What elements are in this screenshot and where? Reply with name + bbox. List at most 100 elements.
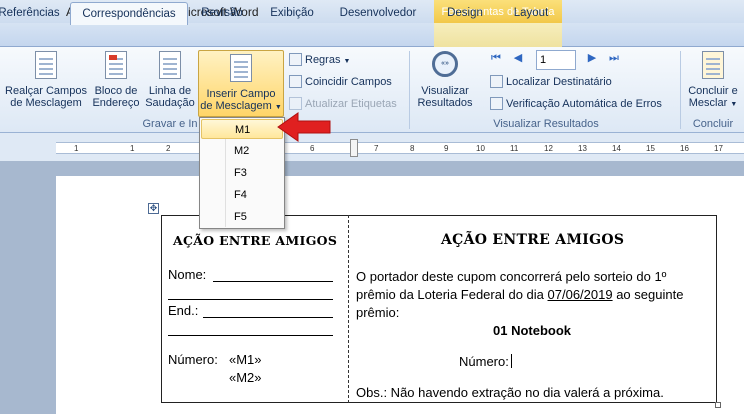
menu-item-m1[interactable]: M1 [201,119,283,139]
tab-developer[interactable]: Desenvolvedor [332,2,424,24]
check-errors-icon [490,96,503,110]
stub-address-blank [203,317,333,318]
finish-merge-icon [700,51,726,81]
prize-name: 01 Notebook [493,323,572,338]
find-recipient-label: Localizar Destinatário [506,76,612,88]
horizontal-ruler[interactable]: 1 1 2 3 4 5 6 7 8 9 10 11 12 13 14 15 16… [0,133,744,161]
record-number-input[interactable] [536,50,576,70]
update-labels-label: Atualizar Etiquetas [305,98,397,110]
menu-item-f3[interactable]: F3 [201,163,283,183]
red-arrow-icon [277,112,331,142]
dropdown-arrow-icon: ▼ [274,104,282,111]
rules-icon [289,52,302,66]
first-record-icon[interactable]: ⏮ [490,52,502,64]
ruler-number: 2 [166,144,171,153]
ruler-number: 15 [646,144,655,153]
group-label-finish: Concluir [692,118,734,130]
stub-address-label: End.: [168,303,199,318]
finish-dropdown-arrow-icon: ▼ [730,101,738,108]
address-block-label: Bloco de [94,85,138,97]
insert-merge-field-label: Inserir Campo [206,88,276,100]
greeting-line-button[interactable]: Linha de Saudação [144,51,196,109]
table-tools-tab-zone [434,23,562,47]
menu-item-m2[interactable]: M2 [201,141,283,161]
address-block-button[interactable]: Bloco de Endereço [89,51,143,109]
merge-field-m2: «M2» [229,370,262,385]
stub-number-label: Número: [168,352,218,367]
finish-merge-label-2: Mesclar [688,97,728,109]
coupon-line-2-start: prêmio da Loteria Federal do dia [356,287,548,302]
previous-record-icon[interactable]: ◀ [512,52,524,64]
ruler-number: 6 [310,144,315,153]
highlight-fields-label: Realçar Campos [5,85,87,97]
tab-view[interactable]: Exibição [262,2,322,24]
highlight-fields-label-2: de Mesclagem [10,97,82,109]
ruler-strip: 1 1 2 3 4 5 6 7 8 9 10 11 12 13 14 15 16… [56,142,744,154]
rules-dropdown-arrow-icon: ▼ [343,58,351,65]
preview-results-button[interactable]: «» Visualizar Resultados [414,51,476,109]
tab-layout[interactable]: Layout [506,2,556,24]
coupon-text-line-3: prêmio: [356,305,400,320]
auto-check-errors-button[interactable]: Verificação Automática de Erros [490,95,662,113]
group-label-write-insert: Gravar e In [142,118,198,130]
ruler-number: 14 [612,144,621,153]
ruler-number: 17 [714,144,723,153]
ruler-number: 12 [544,144,553,153]
merge-field-m1: «M1» [229,352,262,367]
preview-results-label: Visualizar [421,85,469,97]
coupon-heading: AÇÃO ENTRE AMIGOS [441,232,625,248]
insert-merge-field-label-2: de Mesclagem [200,100,272,112]
match-fields-label: Coincidir Campos [305,76,392,88]
greeting-line-label: Linha de [148,85,192,97]
tab-design[interactable]: Design [440,2,490,24]
coupon-line-2-end: ao seguinte [612,287,684,302]
preview-results-icon: «» [432,51,458,81]
coupon-obs: Obs.: Não havendo extração no dia valerá… [356,385,664,400]
coupon-text-line-1: O portador deste cupom concorrerá pelo s… [356,269,667,284]
insert-merge-field-icon [228,54,254,84]
preview-results-label-2: Resultados [417,97,473,109]
ruler-number: 7 [374,144,379,153]
coupon-number-label: Número: [459,354,509,369]
menu-item-f4[interactable]: F4 [201,185,283,205]
ruler-number: 1 [130,144,135,153]
address-block-icon [103,51,129,81]
stub-blank-line [168,299,333,300]
ruler-number: 8 [410,144,415,153]
last-record-icon[interactable]: ⏭ [608,52,620,64]
merge-field-dropdown: M1 M2 F3 F4 F5 [199,117,285,229]
stub-name-label: Nome: [168,267,207,282]
rules-button[interactable]: Regras ▼ [289,51,350,69]
document-highlight-icon [33,51,59,81]
menu-item-f5[interactable]: F5 [201,207,283,227]
insert-merge-field-button[interactable]: Inserir Campo de Mesclagem ▼ [198,50,284,117]
group-label-preview: Visualizar Resultados [493,118,599,130]
update-labels-icon [289,96,302,110]
table-resize-handle[interactable] [715,402,721,408]
ruler-number: 11 [510,144,519,153]
column-marker[interactable] [350,139,358,157]
finish-merge-button[interactable]: Concluir e Mesclar ▼ [684,51,742,111]
coupon-text-line-2: prêmio da Loteria Federal do dia 07/06/2… [356,286,683,304]
find-recipient-icon [490,74,503,88]
match-fields-icon [289,74,302,88]
next-record-icon[interactable]: ▶ [586,52,598,64]
find-recipient-button[interactable]: Localizar Destinatário [490,73,612,91]
greeting-line-label-2: Saudação [145,97,195,109]
tab-mailings[interactable]: Correspondências [70,2,188,25]
stub-heading: AÇÃO ENTRE AMIGOS [173,233,338,248]
table-move-handle-icon[interactable]: ✥ [148,203,159,214]
coupon-cut-line [348,215,349,403]
rules-label: Regras [305,54,341,66]
highlight-merge-fields-button[interactable]: Realçar Campos de Mesclagem [4,51,88,109]
ruler-number: 10 [476,144,485,153]
match-fields-button[interactable]: Coincidir Campos [289,73,392,91]
draw-date: 07/06/2019 [547,287,613,302]
ruler-number: 13 [578,144,587,153]
greeting-line-icon [157,51,183,81]
text-cursor [510,354,512,368]
tab-references[interactable]: Referências [0,2,62,24]
stub-name-blank [213,281,333,282]
tab-review[interactable]: Revisão [196,2,248,24]
group-separator [409,51,410,129]
